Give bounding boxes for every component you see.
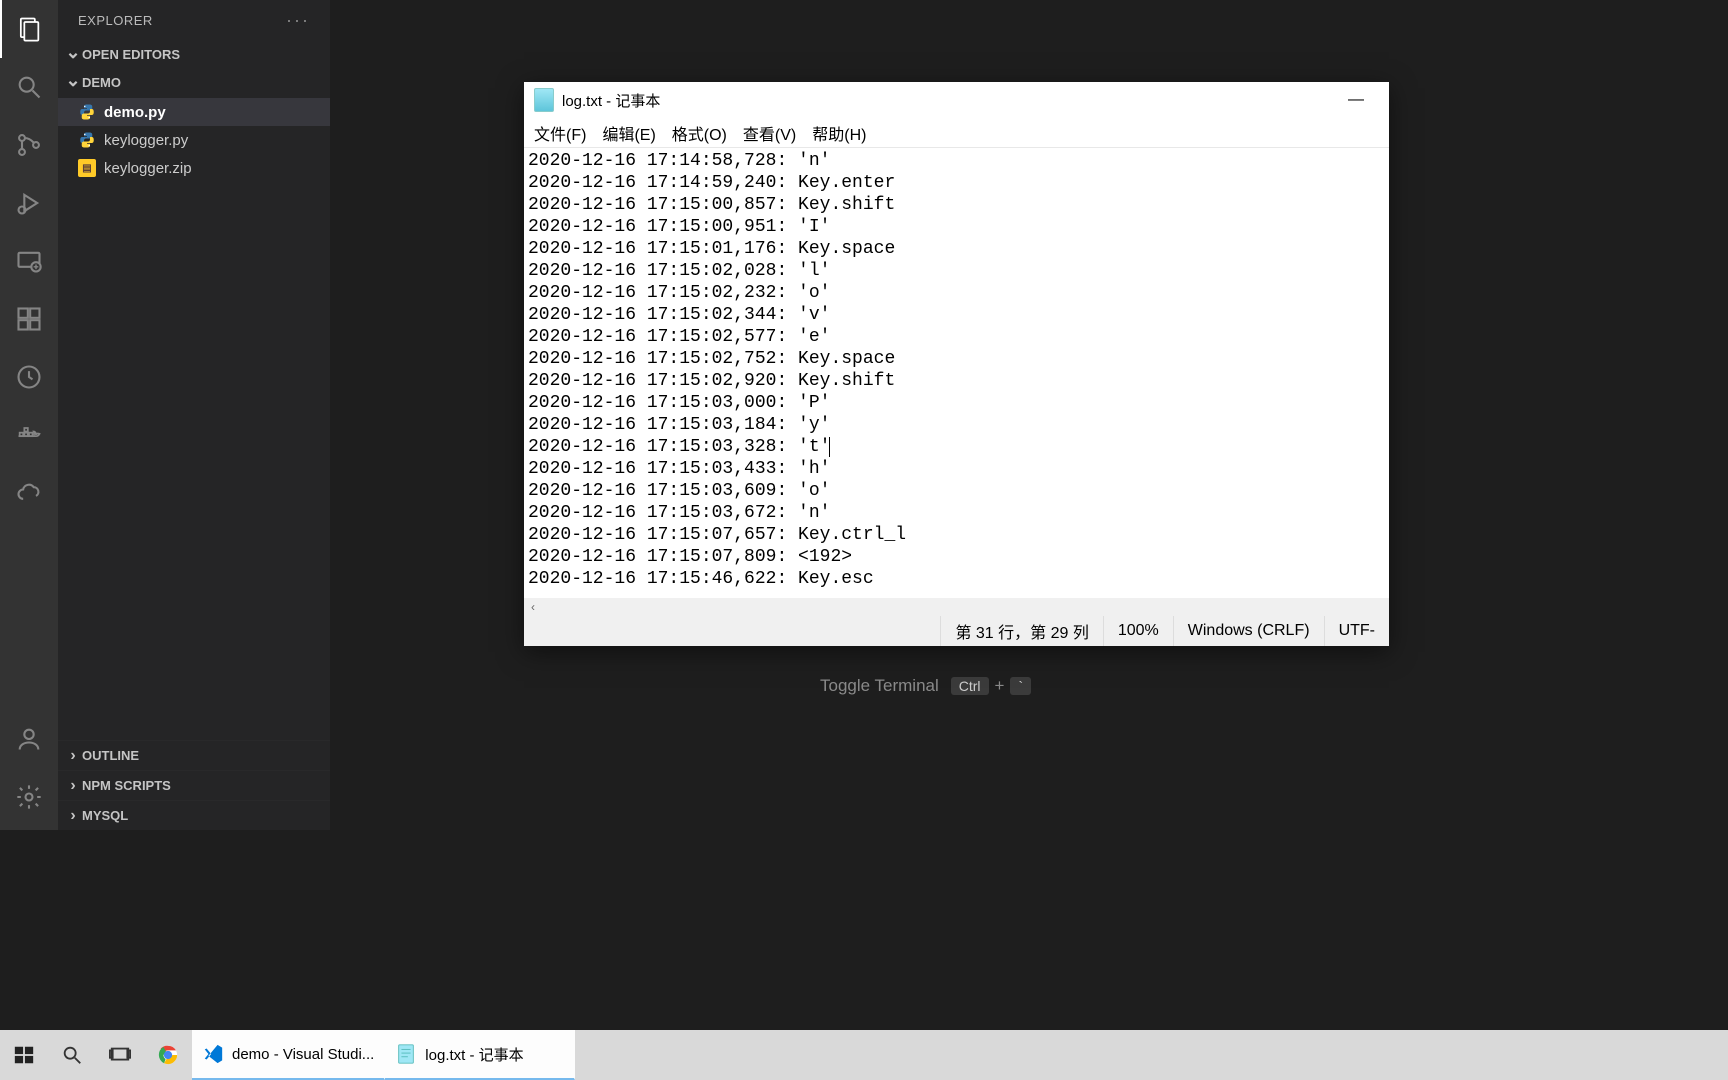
toggle-terminal-label: Toggle Terminal xyxy=(820,676,939,696)
activity-bar xyxy=(0,0,58,830)
chevron-right-icon xyxy=(64,777,82,795)
project-section[interactable]: DEMO xyxy=(58,68,330,96)
kbd-plus: + xyxy=(995,676,1005,696)
npm-label: NPM SCRIPTS xyxy=(82,778,171,793)
python-file-icon xyxy=(78,103,96,121)
python-file-icon xyxy=(78,131,96,149)
taskbar-notepad-app[interactable]: log.txt - 记事本 xyxy=(385,1030,575,1080)
search-icon[interactable] xyxy=(0,58,58,116)
file-item[interactable]: keylogger.py xyxy=(58,126,330,154)
chevron-right-icon xyxy=(64,807,82,825)
menu-help[interactable]: 帮助(H) xyxy=(806,119,872,147)
project-label: DEMO xyxy=(82,75,121,90)
task-view-button[interactable] xyxy=(96,1030,144,1080)
search-icon xyxy=(61,1044,83,1066)
settings-icon[interactable] xyxy=(0,768,58,826)
circle-icon[interactable] xyxy=(0,348,58,406)
explorer-title: EXPLORER xyxy=(78,13,153,28)
cloud-icon[interactable] xyxy=(0,464,58,522)
status-cursor-pos: 第 31 行，第 29 列 xyxy=(940,616,1102,646)
kbd-backtick: ` xyxy=(1010,677,1031,695)
outline-label: OUTLINE xyxy=(82,748,139,763)
chevron-right-icon xyxy=(64,747,82,765)
kbd-ctrl: Ctrl xyxy=(951,677,989,695)
explorer-icon[interactable] xyxy=(0,0,58,58)
file-name: keylogger.zip xyxy=(104,160,192,177)
status-zoom: 100% xyxy=(1103,616,1173,646)
explorer-sidebar: EXPLORER ··· OPEN EDITORS DEMO demo.py k… xyxy=(58,0,330,830)
menu-view[interactable]: 查看(V) xyxy=(737,119,802,147)
windows-taskbar: demo - Visual Studi... log.txt - 记事本 xyxy=(0,1030,1728,1080)
notepad-window: log.txt - 记事本 — 文件(F) 编辑(E) 格式(O) 查看(V) … xyxy=(524,82,1389,646)
accounts-icon[interactable] xyxy=(0,710,58,768)
notepad-titlebar[interactable]: log.txt - 记事本 — xyxy=(524,82,1389,118)
outline-section[interactable]: OUTLINE xyxy=(58,740,330,770)
open-editors-section[interactable]: OPEN EDITORS xyxy=(58,40,330,68)
file-item[interactable]: ▤ keylogger.zip xyxy=(58,154,330,182)
status-encoding: UTF- xyxy=(1324,616,1389,646)
start-button[interactable] xyxy=(0,1030,48,1080)
taskbar-vscode-app[interactable]: demo - Visual Studi... xyxy=(192,1030,385,1080)
remote-icon[interactable] xyxy=(0,232,58,290)
explorer-more-icon[interactable]: ··· xyxy=(286,10,310,31)
windows-logo-icon xyxy=(13,1044,35,1066)
explorer-header: EXPLORER ··· xyxy=(58,0,330,40)
notepad-hscroll[interactable]: ‹ xyxy=(524,598,1389,616)
file-list: demo.py keylogger.py ▤ keylogger.zip xyxy=(58,96,330,184)
notepad-title: log.txt - 记事本 xyxy=(562,90,660,111)
status-eol: Windows (CRLF) xyxy=(1173,616,1324,646)
taskbar-app-label: demo - Visual Studi... xyxy=(232,1046,374,1063)
chevron-down-icon xyxy=(64,72,82,93)
notepad-icon xyxy=(395,1043,417,1065)
notepad-menubar: 文件(F) 编辑(E) 格式(O) 查看(V) 帮助(H) xyxy=(524,118,1389,148)
notepad-text-content[interactable]: 2020-12-16 17:14:58,728: 'n' 2020-12-16 … xyxy=(524,148,1389,598)
menu-format[interactable]: 格式(O) xyxy=(666,119,733,147)
chrome-button[interactable] xyxy=(144,1030,192,1080)
npm-scripts-section[interactable]: NPM SCRIPTS xyxy=(58,770,330,800)
file-name: demo.py xyxy=(104,104,166,121)
chevron-down-icon xyxy=(64,44,82,65)
chrome-icon xyxy=(157,1044,179,1066)
extensions-icon[interactable] xyxy=(0,290,58,348)
file-name: keylogger.py xyxy=(104,132,188,149)
taskbar-app-label: log.txt - 记事本 xyxy=(425,1044,523,1065)
mysql-label: MYSQL xyxy=(82,808,128,823)
notepad-statusbar: 第 31 行，第 29 列 100% Windows (CRLF) UTF- xyxy=(524,616,1389,646)
run-debug-icon[interactable] xyxy=(0,174,58,232)
scroll-left-icon[interactable]: ‹ xyxy=(524,600,542,614)
minimize-button[interactable]: — xyxy=(1333,82,1379,118)
file-item[interactable]: demo.py xyxy=(58,98,330,126)
taskbar-search-button[interactable] xyxy=(48,1030,96,1080)
open-editors-label: OPEN EDITORS xyxy=(82,47,180,62)
mysql-section[interactable]: MYSQL xyxy=(58,800,330,830)
source-control-icon[interactable] xyxy=(0,116,58,174)
toggle-terminal-hint: Toggle Terminal Ctrl + ` xyxy=(820,676,1031,696)
zip-file-icon: ▤ xyxy=(78,159,96,177)
docker-icon[interactable] xyxy=(0,406,58,464)
vscode-icon xyxy=(202,1043,224,1065)
notepad-app-icon xyxy=(534,88,554,112)
menu-file[interactable]: 文件(F) xyxy=(528,119,592,147)
task-view-icon xyxy=(109,1044,131,1066)
menu-edit[interactable]: 编辑(E) xyxy=(596,119,661,147)
